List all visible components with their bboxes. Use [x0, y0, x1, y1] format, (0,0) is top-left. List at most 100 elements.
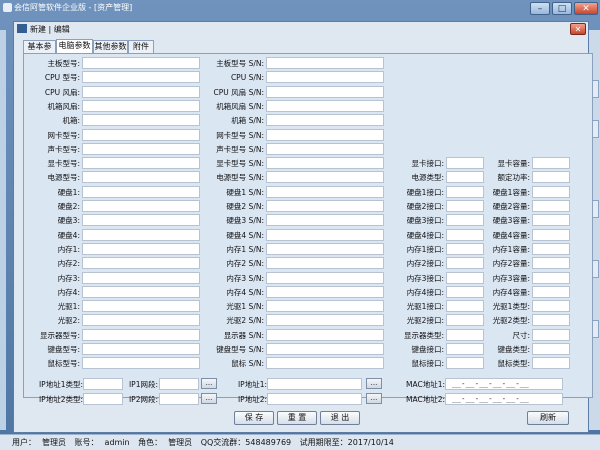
field-input[interactable] [82, 200, 200, 212]
sn-input[interactable] [266, 57, 384, 69]
sn-input[interactable] [266, 314, 384, 327]
field-input[interactable] [82, 99, 200, 112]
ip1-segment-browse-button[interactable]: ... [201, 378, 217, 389]
capacity-input[interactable] [532, 200, 570, 212]
interface-input[interactable] [446, 200, 484, 212]
capacity-input[interactable] [532, 171, 570, 184]
interface-input[interactable] [446, 242, 484, 255]
maximize-button[interactable]: □ [552, 2, 572, 15]
sn-input[interactable] [266, 357, 384, 370]
field-label: 显卡型号: [47, 159, 80, 169]
sn-input[interactable] [266, 214, 384, 227]
field-input[interactable] [82, 71, 200, 84]
field-input[interactable] [82, 214, 200, 227]
sn-input[interactable] [266, 200, 384, 212]
save-button[interactable]: 保 存 [234, 411, 274, 425]
field-input[interactable] [82, 271, 200, 284]
field-input[interactable] [82, 328, 200, 341]
ip2-address-browse-button[interactable]: ... [366, 393, 382, 404]
interface-input[interactable] [446, 314, 484, 327]
capacity-input[interactable] [532, 242, 570, 255]
sn-input[interactable] [266, 171, 384, 184]
field-input[interactable] [82, 114, 200, 127]
sn-input[interactable] [266, 99, 384, 112]
capacity-input[interactable] [532, 257, 570, 270]
field-input[interactable] [82, 357, 200, 370]
ip1-type-field[interactable] [83, 378, 123, 390]
field-input[interactable] [82, 242, 200, 255]
sn-input[interactable] [266, 114, 384, 127]
interface-input[interactable] [446, 343, 484, 355]
field-input[interactable] [82, 343, 200, 355]
sn-input[interactable] [266, 142, 384, 155]
sn-input[interactable] [266, 128, 384, 141]
exit-button[interactable]: 退 出 [320, 411, 360, 425]
ip2-type-field[interactable] [83, 393, 123, 405]
interface-input[interactable] [446, 357, 484, 370]
ip2-segment-field[interactable] [159, 393, 199, 405]
capacity-input[interactable] [532, 214, 570, 227]
sn-input[interactable] [266, 257, 384, 270]
capacity-input[interactable] [532, 328, 570, 341]
field-input[interactable] [82, 257, 200, 270]
capacity-input[interactable] [532, 343, 570, 355]
sn-input[interactable] [266, 300, 384, 313]
sn-input[interactable] [266, 85, 384, 98]
ip2-segment-browse-button[interactable]: ... [201, 393, 217, 404]
interface-input[interactable] [446, 285, 484, 298]
field-input[interactable] [82, 228, 200, 241]
field-input[interactable] [82, 185, 200, 198]
ip1-address-browse-button[interactable]: ... [366, 378, 382, 389]
interface-input[interactable] [446, 257, 484, 270]
ip1-address-field[interactable] [267, 378, 362, 390]
mac1-field[interactable]: __-__-__-__-__-__ [445, 378, 563, 390]
capacity-input[interactable] [532, 185, 570, 198]
field-input[interactable] [82, 128, 200, 141]
left-panel-edge [0, 30, 6, 430]
field-input[interactable] [82, 57, 200, 69]
capacity-input[interactable] [532, 228, 570, 241]
sn-input[interactable] [266, 242, 384, 255]
sn-input[interactable] [266, 343, 384, 355]
interface-input[interactable] [446, 214, 484, 227]
field-input[interactable] [82, 314, 200, 327]
capacity-input[interactable] [532, 357, 570, 370]
sn-input[interactable] [266, 271, 384, 284]
interface-input[interactable] [446, 328, 484, 341]
field-label: 机箱: [62, 116, 80, 126]
field-input[interactable] [82, 285, 200, 298]
mac2-field[interactable]: __-__-__-__-__-__ [445, 393, 563, 405]
sn-input[interactable] [266, 328, 384, 341]
capacity-input[interactable] [532, 300, 570, 313]
sn-input[interactable] [266, 228, 384, 241]
reset-button[interactable]: 重 置 [277, 411, 317, 425]
capacity-input[interactable] [532, 157, 570, 170]
field-input[interactable] [82, 171, 200, 184]
capacity-input[interactable] [532, 285, 570, 298]
field-input[interactable] [82, 300, 200, 313]
interface-input[interactable] [446, 185, 484, 198]
sn-label: CPU 风扇 S/N: [213, 87, 264, 97]
ip1-segment-field[interactable] [159, 378, 199, 390]
field-area: IP地址1类型: IP1网段: ... IP地址1: ... MAC地址1: _… [14, 22, 590, 434]
refresh-button[interactable]: 刷新 [527, 411, 569, 425]
sn-input[interactable] [266, 185, 384, 198]
interface-input[interactable] [446, 271, 484, 284]
field-input[interactable] [82, 142, 200, 155]
field-input[interactable] [82, 157, 200, 170]
interface-input[interactable] [446, 300, 484, 313]
interface-input[interactable] [446, 157, 484, 170]
sn-input[interactable] [266, 157, 384, 170]
ip2-address-field[interactable] [267, 393, 362, 405]
minimize-button[interactable]: – [530, 2, 550, 15]
sn-input[interactable] [266, 285, 384, 298]
capacity-input[interactable] [532, 314, 570, 327]
close-button[interactable]: ✕ [574, 2, 598, 15]
interface-input[interactable] [446, 228, 484, 241]
field-label: 硬盘3: [57, 216, 80, 226]
sn-input[interactable] [266, 71, 384, 84]
interface-input[interactable] [446, 171, 484, 184]
field-input[interactable] [82, 85, 200, 98]
mac2-label: MAC地址2: [405, 395, 445, 404]
capacity-input[interactable] [532, 271, 570, 284]
